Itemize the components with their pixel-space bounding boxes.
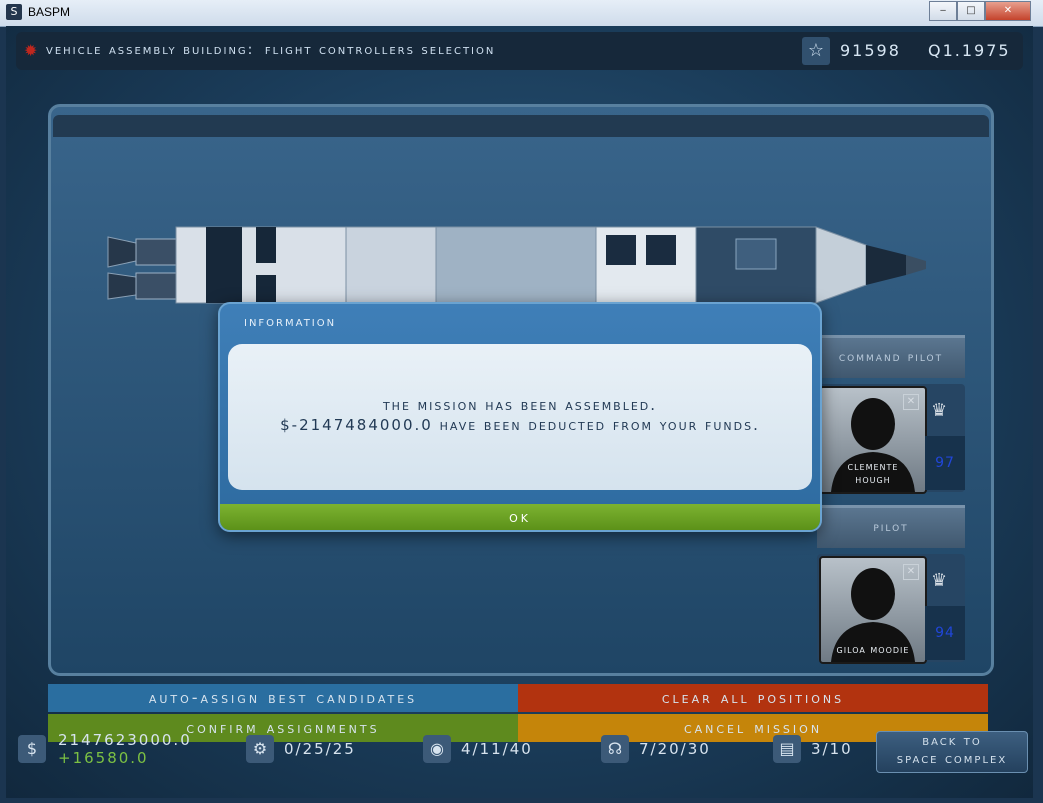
slot-label-command-pilot: Command Pilot bbox=[817, 335, 965, 378]
facilities-count: 0/25/25 bbox=[284, 740, 356, 758]
crew-card-pilot[interactable]: ✕ Giloa Moodie ♛ 94 bbox=[817, 554, 965, 664]
slot-label-pilot: Pilot bbox=[817, 505, 965, 548]
skill-rating: 97 bbox=[925, 436, 965, 490]
maximize-button[interactable]: □ bbox=[957, 1, 985, 21]
auto-assign-button[interactable]: Auto-Assign Best candidates bbox=[48, 684, 518, 712]
panel-header-strip bbox=[53, 115, 989, 137]
funds-value: 2147623000.0 bbox=[58, 731, 192, 749]
funds-icon[interactable]: $ bbox=[18, 735, 46, 763]
gear-icon[interactable]: ⚙ bbox=[246, 735, 274, 763]
agency-logo-icon: ✹ bbox=[24, 41, 38, 60]
location-label: Vehicle Assembly Building: bbox=[46, 42, 255, 58]
window-title: BASPM bbox=[28, 5, 71, 19]
folder-icon[interactable]: ▤ bbox=[773, 735, 801, 763]
header-bar: ✹ Vehicle Assembly Building: Flight Cont… bbox=[16, 32, 1023, 70]
astronauts-count: 4/11/40 bbox=[461, 740, 533, 758]
back-label-line2: Space Complex bbox=[896, 751, 1008, 767]
headset-icon[interactable]: ☊ bbox=[601, 735, 629, 763]
app-icon: S bbox=[6, 4, 22, 20]
funds-delta: +16580.0 bbox=[58, 749, 149, 767]
window-titlebar: S BASPM ‒ □ ✕ bbox=[0, 0, 1043, 27]
page-title: Vehicle Assembly Building: Flight Contro… bbox=[46, 42, 495, 58]
crew-name: Clemente Hough bbox=[821, 460, 925, 486]
information-dialog: Information The mission has been assembl… bbox=[218, 302, 822, 532]
controllers-count: 7/20/30 bbox=[639, 740, 711, 758]
remove-crew-button[interactable]: ✕ bbox=[903, 564, 919, 580]
window-controls: ‒ □ ✕ bbox=[929, 1, 1031, 21]
crew-name-line2: Hough bbox=[855, 473, 891, 486]
engine-nozzles bbox=[107, 236, 177, 300]
clear-all-button[interactable]: Clear All Positions bbox=[518, 684, 988, 712]
remove-crew-button[interactable]: ✕ bbox=[903, 394, 919, 410]
astronaut-portrait[interactable]: ✕ Giloa Moodie bbox=[819, 556, 927, 664]
dialog-message-line2: $-2147484000.0 have been deducted from y… bbox=[280, 416, 760, 434]
ok-button[interactable]: OK bbox=[220, 504, 820, 530]
dialog-body: The mission has been assembled. $-214748… bbox=[228, 344, 812, 490]
crown-icon: ♛ bbox=[931, 570, 948, 591]
crew-name: Giloa Moodie bbox=[821, 643, 925, 656]
crown-icon: ♛ bbox=[931, 400, 948, 421]
screen-label: Flight Controllers Selection bbox=[264, 42, 496, 58]
crew-name-line1: Clemente bbox=[847, 460, 899, 473]
back-to-space-complex-button[interactable]: Back To Space Complex bbox=[876, 731, 1028, 773]
dialog-title: Information bbox=[244, 314, 337, 330]
skill-rating: 94 bbox=[925, 606, 965, 660]
game-date: Q1.1975 bbox=[928, 41, 1011, 60]
crew-card-command-pilot[interactable]: ✕ Clemente Hough ♛ 97 bbox=[817, 384, 965, 494]
minimize-button[interactable]: ‒ bbox=[929, 1, 957, 21]
missions-count: 3/10 bbox=[811, 740, 853, 758]
back-label-line1: Back To bbox=[922, 733, 982, 749]
astronaut-portrait[interactable]: ✕ Clemente Hough bbox=[819, 386, 927, 494]
close-window-button[interactable]: ✕ bbox=[985, 1, 1031, 21]
reputation-value: 91598 bbox=[840, 41, 901, 60]
dialog-message-line1: The mission has been assembled. bbox=[382, 396, 658, 414]
crew-name-line1: Giloa Moodie bbox=[836, 643, 910, 656]
astronaut-helmet-icon[interactable]: ◉ bbox=[423, 735, 451, 763]
status-bar: $ 2147623000.0 +16580.0 ⚙ 0/25/25 ◉ 4/11… bbox=[6, 727, 1033, 773]
star-icon[interactable]: ☆ bbox=[802, 37, 830, 65]
